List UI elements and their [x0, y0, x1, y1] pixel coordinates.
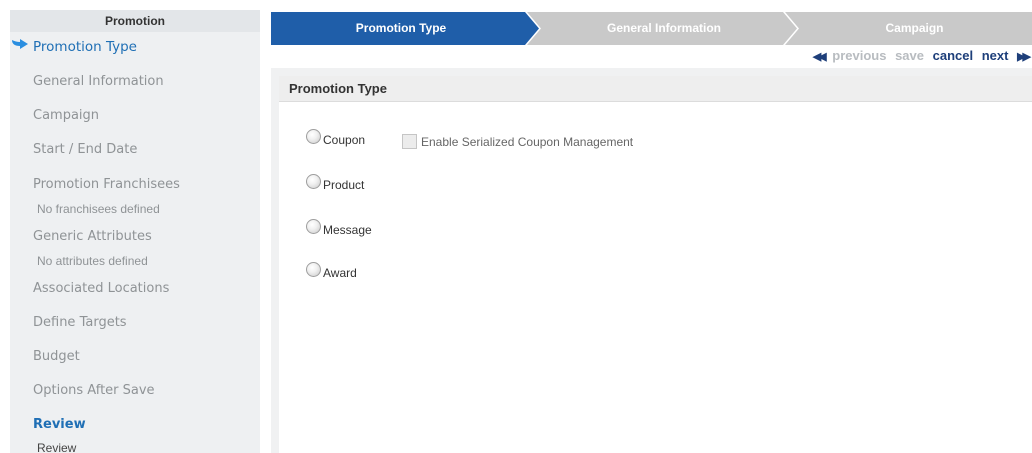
sidebar-title: Promotion: [10, 10, 260, 32]
coupon-radio[interactable]: [306, 129, 321, 144]
tab-promotion-type[interactable]: Promotion Type: [271, 12, 531, 45]
award-radio[interactable]: [306, 262, 321, 277]
section-title: Promotion Type: [279, 76, 1032, 102]
next-button[interactable]: next: [982, 48, 1009, 63]
product-label: Product: [323, 178, 365, 192]
sidebar-item-associated-locations[interactable]: Associated Locations: [33, 281, 169, 296]
sidebar-item-budget[interactable]: Budget: [33, 349, 80, 364]
sidebar-item-campaign[interactable]: Campaign: [33, 108, 99, 123]
award-label: Award: [323, 266, 357, 280]
tab-general-information[interactable]: General Information: [539, 12, 789, 45]
arrow-right-icon: [12, 39, 28, 49]
sidebar-item-promotion-type[interactable]: Promotion Type: [33, 39, 137, 55]
sidebar-subitem-review[interactable]: Review: [37, 441, 76, 453]
sidebar-item-options-after-save[interactable]: Options After Save: [33, 383, 155, 398]
sidebar-subitem-no-attributes: No attributes defined: [37, 254, 148, 268]
wizard-steps: Promotion Type General Information Campa…: [271, 12, 1032, 45]
wizard-nav: ◀◀ previous save cancel next ▶▶: [808, 48, 1031, 66]
sidebar-item-review[interactable]: Review: [33, 417, 86, 432]
message-radio[interactable]: [306, 219, 321, 234]
coupon-label: Coupon: [323, 133, 366, 147]
sidebar-item-general-information[interactable]: General Information: [33, 74, 164, 89]
sidebar-item-start-end-date[interactable]: Start / End Date: [33, 142, 137, 157]
cancel-button[interactable]: cancel: [933, 48, 973, 63]
double-right-arrow-icon[interactable]: ▶▶: [1017, 50, 1031, 63]
serialized-coupon-checkbox[interactable]: [402, 134, 417, 149]
double-left-arrow-icon[interactable]: ◀◀: [813, 50, 827, 63]
tab-campaign[interactable]: Campaign: [797, 12, 1032, 45]
sidebar: Promotion Promotion Type General Informa…: [10, 10, 260, 453]
sidebar-item-generic-attributes[interactable]: Generic Attributes: [33, 229, 152, 244]
message-label: Message: [323, 223, 372, 237]
content-panel: Promotion Type Coupon Enable Serialized …: [271, 68, 1032, 453]
save-button[interactable]: save: [895, 48, 924, 63]
previous-button[interactable]: previous: [832, 48, 886, 63]
sidebar-item-promotion-franchisees[interactable]: Promotion Franchisees: [33, 177, 180, 192]
product-radio[interactable]: [306, 174, 321, 189]
sidebar-item-define-targets[interactable]: Define Targets: [33, 315, 127, 330]
sidebar-subitem-no-franchisees: No franchisees defined: [37, 202, 160, 216]
serialized-coupon-label: Enable Serialized Coupon Management: [421, 135, 634, 149]
